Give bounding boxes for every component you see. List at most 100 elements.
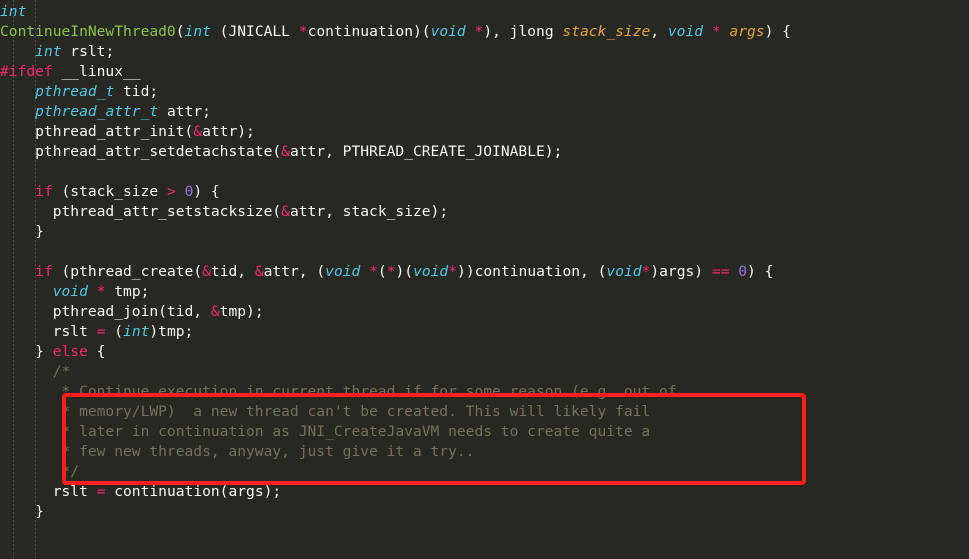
token-plain: pthread_attr_setdetachstate(: [0, 143, 282, 160]
code-line[interactable]: pthread_t tid;: [0, 82, 969, 102]
token-plain: tid;: [114, 83, 159, 100]
code-line[interactable]: }: [0, 222, 969, 242]
code-line[interactable]: pthread_attr_setdetachstate(&attr, PTHRE…: [0, 142, 969, 162]
code-line[interactable]: int rslt;: [0, 42, 969, 62]
token-plain: (JNICALL: [210, 23, 299, 40]
token-kw: *: [448, 263, 458, 280]
code-line[interactable]: rslt = continuation(args);: [0, 482, 969, 502]
code-line[interactable]: * few new threads, anyway, just give it …: [0, 442, 969, 462]
code-line[interactable]: } else {: [0, 342, 969, 362]
token-kw: *: [711, 23, 721, 40]
token-plain: {: [87, 343, 106, 360]
token-plain: attr;: [158, 103, 211, 120]
code-line[interactable]: * later in continuation as JNI_CreateJav…: [0, 422, 969, 442]
token-kw: ==: [711, 263, 730, 280]
token-kw: else: [52, 343, 88, 360]
token-plain: rslt;: [61, 43, 115, 60]
token-plain: (pthread_create(: [52, 263, 203, 280]
token-type: int: [35, 43, 62, 60]
token-cmt: */: [0, 463, 80, 480]
token-plain: ))continuation, (: [457, 263, 607, 280]
token-cmt: * few new threads, anyway, just give it …: [0, 443, 475, 460]
token-type: void: [606, 263, 642, 280]
code-line[interactable]: * Continue execution in current thread i…: [0, 382, 969, 402]
code-line[interactable]: int: [0, 2, 969, 22]
token-plain: ), jlong: [483, 23, 563, 40]
token-kw: if: [35, 183, 53, 200]
token-kw: #ifdef: [0, 63, 53, 80]
token-plain: (: [105, 323, 124, 340]
token-plain: pthread_attr_init(: [0, 123, 194, 140]
token-plain: }: [0, 223, 44, 240]
token-type: void: [430, 23, 466, 40]
token-cmt: * memory/LWP) a new thread can't be crea…: [0, 403, 651, 420]
source-code-block[interactable]: int ContinueInNewThread0(int (JNICALL *co…: [0, 2, 969, 522]
code-line[interactable]: #ifdef __linux__: [0, 62, 969, 82]
token-plain: ) {: [764, 23, 791, 40]
token-plain: )args): [650, 263, 712, 280]
code-line[interactable]: ​: [0, 242, 969, 262]
token-plain: (: [377, 263, 387, 280]
token-plain: )(: [395, 263, 414, 280]
code-line[interactable]: /*: [0, 362, 969, 382]
token-kw: &: [193, 123, 203, 140]
token-kw: *: [386, 263, 396, 280]
code-line[interactable]: ​: [0, 162, 969, 182]
token-plain: attr, PTHREAD_CREATE_JOINABLE);: [289, 143, 563, 160]
token-cmt: * later in continuation as JNI_CreateJav…: [0, 423, 651, 440]
code-line[interactable]: */: [0, 462, 969, 482]
token-type: pthread_attr_t: [35, 103, 159, 120]
token-kw: *: [369, 263, 378, 280]
token-plain: __linux__: [52, 63, 141, 80]
token-param: stack_size: [562, 23, 651, 40]
token-type: int: [0, 3, 27, 20]
token-plain: ) {: [747, 263, 774, 280]
code-line[interactable]: * memory/LWP) a new thread can't be crea…: [0, 402, 969, 422]
token-type: pthread_t: [35, 83, 115, 100]
code-line[interactable]: pthread_attr_setstacksize(&attr, stack_s…: [0, 202, 969, 222]
code-line[interactable]: if (pthread_create(&tid, &attr, (void *(…: [0, 262, 969, 282]
token-kw: &: [210, 303, 220, 320]
token-kw: if: [35, 263, 53, 280]
token-plain: tmp;: [105, 283, 150, 300]
code-line[interactable]: rslt = (int)tmp;: [0, 322, 969, 342]
code-line[interactable]: pthread_attr_init(&attr);: [0, 122, 969, 142]
code-line[interactable]: void * tmp;: [0, 282, 969, 302]
code-line[interactable]: pthread_attr_t attr;: [0, 102, 969, 122]
code-line[interactable]: ContinueInNewThread0(int (JNICALL *conti…: [0, 22, 969, 42]
code-line[interactable]: pthread_join(tid, &tmp);: [0, 302, 969, 322]
token-plain: pthread_attr_setstacksize(: [0, 203, 282, 220]
token-kw: >: [166, 183, 176, 200]
token-plain: rslt: [0, 323, 97, 340]
token-plain: tid,: [210, 263, 255, 280]
code-line[interactable]: if (stack_size > 0) {: [0, 182, 969, 202]
token-kw: &: [254, 263, 264, 280]
token-plain: (stack_size: [52, 183, 167, 200]
token-plain: rslt: [0, 483, 97, 500]
token-plain: pthread_join(tid,: [0, 303, 211, 320]
token-fn: ContinueInNewThread0: [0, 23, 176, 40]
token-num: 0: [738, 263, 748, 280]
token-plain: attr, stack_size);: [289, 203, 449, 220]
token-type: void: [52, 283, 88, 300]
code-editor-view[interactable]: int ContinueInNewThread0(int (JNICALL *co…: [0, 0, 969, 559]
code-line[interactable]: }: [0, 502, 969, 522]
token-type: void: [413, 263, 449, 280]
token-plain: attr, (: [263, 263, 326, 280]
token-plain: continuation(args);: [105, 483, 282, 500]
token-type: void: [325, 263, 361, 280]
token-kw: &: [281, 143, 290, 160]
token-plain: continuation)(: [307, 23, 431, 40]
token-kw: &: [281, 203, 290, 220]
token-kw: &: [202, 263, 211, 280]
